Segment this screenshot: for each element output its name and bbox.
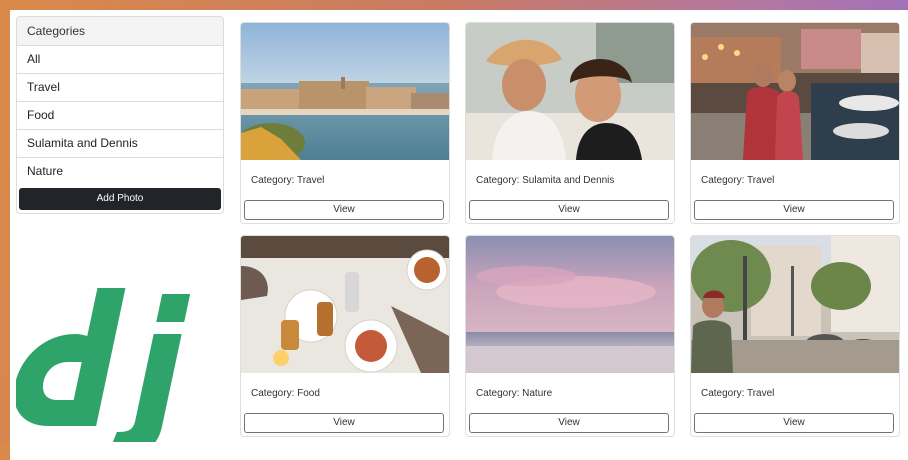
add-photo-button[interactable]: Add Photo: [19, 188, 221, 210]
photo-card: Category: Travel View: [690, 22, 900, 224]
category-item-travel[interactable]: Travel: [17, 74, 223, 102]
category-item-sulamita-and-dennis[interactable]: Sulamita and Dennis: [17, 130, 223, 158]
photo-card: Category: Travel View: [240, 22, 450, 224]
view-button[interactable]: View: [469, 413, 669, 433]
category-item-nature[interactable]: Nature: [17, 158, 223, 185]
photo-card: Category: Travel View: [690, 235, 900, 437]
view-button[interactable]: View: [694, 413, 894, 433]
harbor-town-photo[interactable]: [241, 23, 449, 160]
photo-card: Category: Sulamita and Dennis View: [465, 22, 675, 224]
photo-card: Category: Food View: [240, 235, 450, 437]
view-button[interactable]: View: [469, 200, 669, 220]
couple-photo[interactable]: [466, 23, 674, 160]
photo-category-label: Category: Sulamita and Dennis: [476, 175, 615, 186]
categories-header: Categories: [17, 17, 223, 46]
photo-category-label: Category: Travel: [701, 388, 775, 399]
photo-category-label: Category: Food: [251, 388, 320, 399]
categories-sidebar: Categories All Travel Food Sulamita and …: [16, 16, 224, 214]
category-item-all[interactable]: All: [17, 46, 223, 74]
pink-sky-sea-photo[interactable]: [466, 236, 674, 373]
view-button[interactable]: View: [244, 413, 444, 433]
view-button[interactable]: View: [694, 200, 894, 220]
category-item-food[interactable]: Food: [17, 102, 223, 130]
street-photo[interactable]: [691, 236, 899, 373]
django-logo-icon: [16, 288, 191, 442]
photo-category-label: Category: Travel: [251, 175, 325, 186]
dinner-table-photo[interactable]: [241, 236, 449, 373]
photo-category-label: Category: Travel: [701, 175, 775, 186]
photo-card: Category: Nature View: [465, 235, 675, 437]
waterfront-couple-photo[interactable]: [691, 23, 899, 160]
view-button[interactable]: View: [244, 200, 444, 220]
photo-category-label: Category: Nature: [476, 388, 553, 399]
